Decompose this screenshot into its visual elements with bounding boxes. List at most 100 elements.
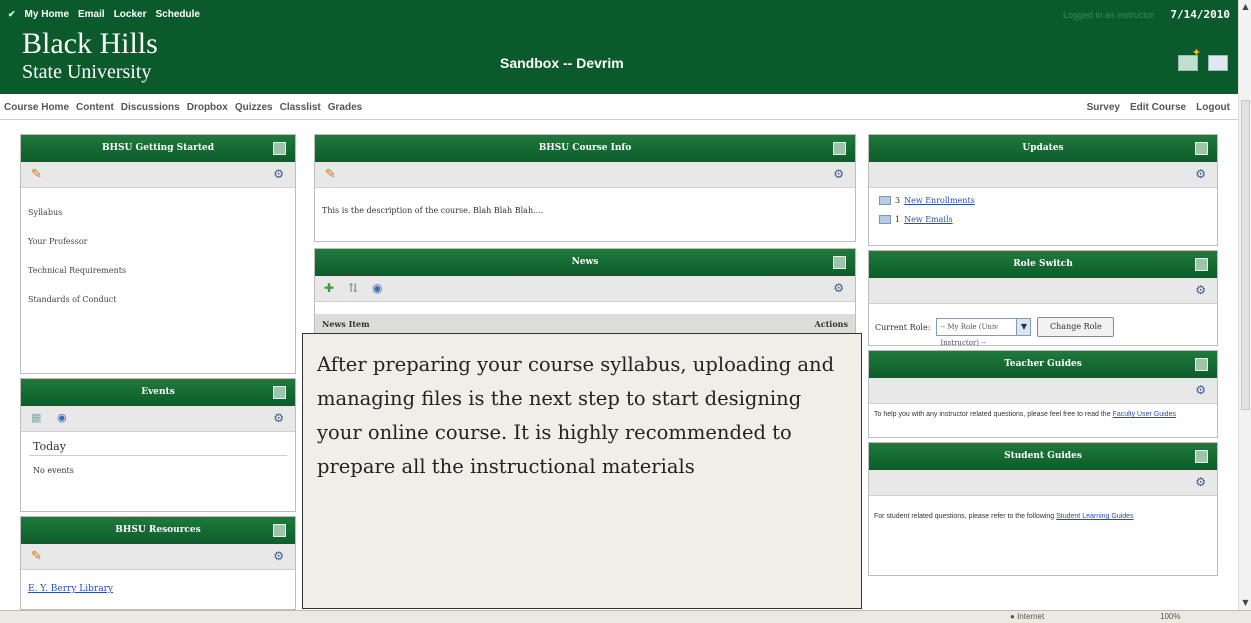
collapse-icon[interactable]: [1195, 258, 1208, 271]
events-widget: Events ▦ ◉ ⚙ Today No events: [20, 378, 296, 512]
new-emails-link[interactable]: New Emails: [904, 215, 953, 224]
subscribe-icon[interactable]: ◉: [372, 281, 382, 295]
course-navigation: Course Home Content Discussions Dropbox …: [0, 94, 1238, 120]
role-select[interactable]: -- My Role (Univ Instructor) -- ▼: [936, 318, 1032, 347]
zoom-level[interactable]: 100%: [1160, 612, 1180, 621]
nav-survey[interactable]: Survey: [1087, 102, 1120, 113]
widget-title-text: Role Switch: [1013, 259, 1073, 269]
widget-toolbar: ▦ ◉ ⚙: [21, 406, 295, 432]
nav-dropbox[interactable]: Dropbox: [187, 102, 228, 113]
university-logo-line1[interactable]: Black Hills: [22, 29, 158, 59]
vertical-scrollbar[interactable]: ▲ ▼: [1238, 0, 1251, 610]
settings-icon[interactable]: ⚙: [1195, 475, 1206, 489]
updates-widget: Updates ⚙ 3 New Enrollments 1 New Emails: [868, 134, 1218, 246]
reorder-icon[interactable]: ⇅: [348, 281, 358, 295]
collapse-icon[interactable]: [273, 524, 286, 537]
collapse-icon[interactable]: [1195, 450, 1208, 463]
settings-icon[interactable]: ⚙: [273, 549, 284, 563]
widget-title-text: BHSU Resources: [115, 525, 201, 535]
site-header: ✔ My Home Email Locker Schedule Logged i…: [0, 0, 1238, 94]
pencil-icon[interactable]: ✎: [325, 167, 336, 182]
settings-icon[interactable]: ⚙: [833, 281, 844, 295]
settings-icon[interactable]: ⚙: [273, 167, 284, 181]
widget-toolbar: ⚙: [869, 278, 1217, 304]
settings-icon[interactable]: ⚙: [1195, 383, 1206, 397]
widget-title-text: Student Guides: [1004, 451, 1082, 461]
new-enrollments-link[interactable]: New Enrollments: [904, 196, 975, 205]
student-learning-guides-link[interactable]: Student Learning Guides: [1056, 513, 1133, 520]
widget-title: Updates: [869, 135, 1217, 162]
widget-title: Events: [21, 379, 295, 406]
calendar-icon[interactable]: ▦: [31, 411, 41, 424]
collapse-icon[interactable]: [833, 256, 846, 269]
course-info-widget: BHSU Course Info ✎ ⚙ This is the descrip…: [314, 134, 856, 242]
top-navigation: ✔ My Home Email Locker Schedule: [8, 9, 200, 20]
widget-title: News: [315, 249, 855, 276]
course-description: This is the description of the course. B…: [322, 206, 544, 215]
widget-title-text: BHSU Getting Started: [101, 143, 215, 153]
nav-grades[interactable]: Grades: [328, 102, 362, 113]
teacher-guides-description: To help you with any instructor related …: [874, 411, 1111, 418]
current-role-label: Current Role:: [875, 322, 931, 332]
nav-content[interactable]: Content: [76, 102, 114, 113]
nav-classlist[interactable]: Classlist: [280, 102, 321, 113]
widget-toolbar: ⚙: [869, 378, 1217, 404]
faculty-user-guides-link[interactable]: Faculty User Guides: [1113, 411, 1176, 418]
widget-toolbar: ✎ ⚙: [21, 544, 295, 570]
nav-my-home[interactable]: My Home: [25, 9, 69, 20]
widget-toolbar: ⚙: [869, 162, 1217, 188]
enrollments-count: 3: [895, 196, 901, 205]
university-logo-line2[interactable]: State University: [22, 61, 151, 83]
course-title: Sandbox -- Devrim: [500, 55, 624, 71]
nav-locker[interactable]: Locker: [114, 9, 147, 20]
settings-icon[interactable]: ⚙: [273, 411, 284, 425]
enrollment-icon: [879, 196, 891, 205]
nav-edit-course[interactable]: Edit Course: [1130, 102, 1186, 113]
actions-column: Actions: [814, 319, 848, 329]
settings-icon[interactable]: ⚙: [1195, 167, 1206, 181]
link-standards-of-conduct[interactable]: Standards of Conduct: [28, 295, 288, 304]
change-role-button[interactable]: Change Role: [1037, 317, 1115, 337]
settings-icon[interactable]: ⚙: [1195, 283, 1206, 297]
nav-course-home[interactable]: Course Home: [4, 102, 69, 113]
collapse-icon[interactable]: [1195, 358, 1208, 371]
collapse-icon[interactable]: [1195, 142, 1208, 155]
nav-logout[interactable]: Logout: [1196, 102, 1230, 113]
chevron-down-icon[interactable]: ▼: [1016, 319, 1031, 335]
zone-label: Internet: [1017, 612, 1045, 621]
scroll-thumb[interactable]: [1241, 100, 1250, 410]
widget-title: Teacher Guides: [869, 351, 1217, 378]
widget-title-text: BHSU Course Info: [538, 143, 632, 153]
collapse-icon[interactable]: [273, 386, 286, 399]
scroll-up-icon[interactable]: ▲: [1240, 1, 1251, 12]
subscribe-icon[interactable]: ◉: [57, 411, 67, 424]
nav-schedule[interactable]: Schedule: [155, 9, 199, 20]
nav-email[interactable]: Email: [78, 9, 105, 20]
pencil-icon[interactable]: ✎: [31, 549, 42, 564]
library-link[interactable]: E. Y. Berry Library: [28, 584, 113, 594]
widget-toolbar: ✎ ⚙: [315, 162, 855, 188]
collapse-icon[interactable]: [273, 142, 286, 155]
role-switch-widget: Role Switch ⚙ Current Role: -- My Role (…: [868, 250, 1218, 347]
link-your-professor[interactable]: Your Professor: [28, 237, 288, 246]
link-technical-requirements[interactable]: Technical Requirements: [28, 266, 288, 275]
add-news-icon[interactable]: ✚: [324, 281, 334, 295]
link-syllabus[interactable]: Syllabus: [28, 208, 288, 217]
collapse-icon[interactable]: [833, 142, 846, 155]
events-today-heading: Today: [29, 432, 287, 456]
student-guides-widget: Student Guides ⚙ For student related que…: [868, 442, 1218, 576]
nav-discussions[interactable]: Discussions: [121, 102, 180, 113]
teacher-guides-widget: Teacher Guides ⚙ To help you with any in…: [868, 350, 1218, 438]
widget-title-text: Events: [141, 387, 175, 397]
scroll-down-icon[interactable]: ▼: [1240, 597, 1251, 608]
header-icons: [1178, 46, 1228, 71]
email-icon: [879, 215, 891, 224]
widget-title: Role Switch: [869, 251, 1217, 278]
new-message-icon[interactable]: [1178, 46, 1201, 71]
nav-quizzes[interactable]: Quizzes: [235, 102, 273, 113]
pencil-icon[interactable]: ✎: [31, 167, 42, 182]
check-icon: ✔: [8, 9, 16, 19]
email-icon[interactable]: [1208, 55, 1228, 71]
settings-icon[interactable]: ⚙: [833, 167, 844, 181]
globe-icon: ●: [1010, 612, 1015, 621]
